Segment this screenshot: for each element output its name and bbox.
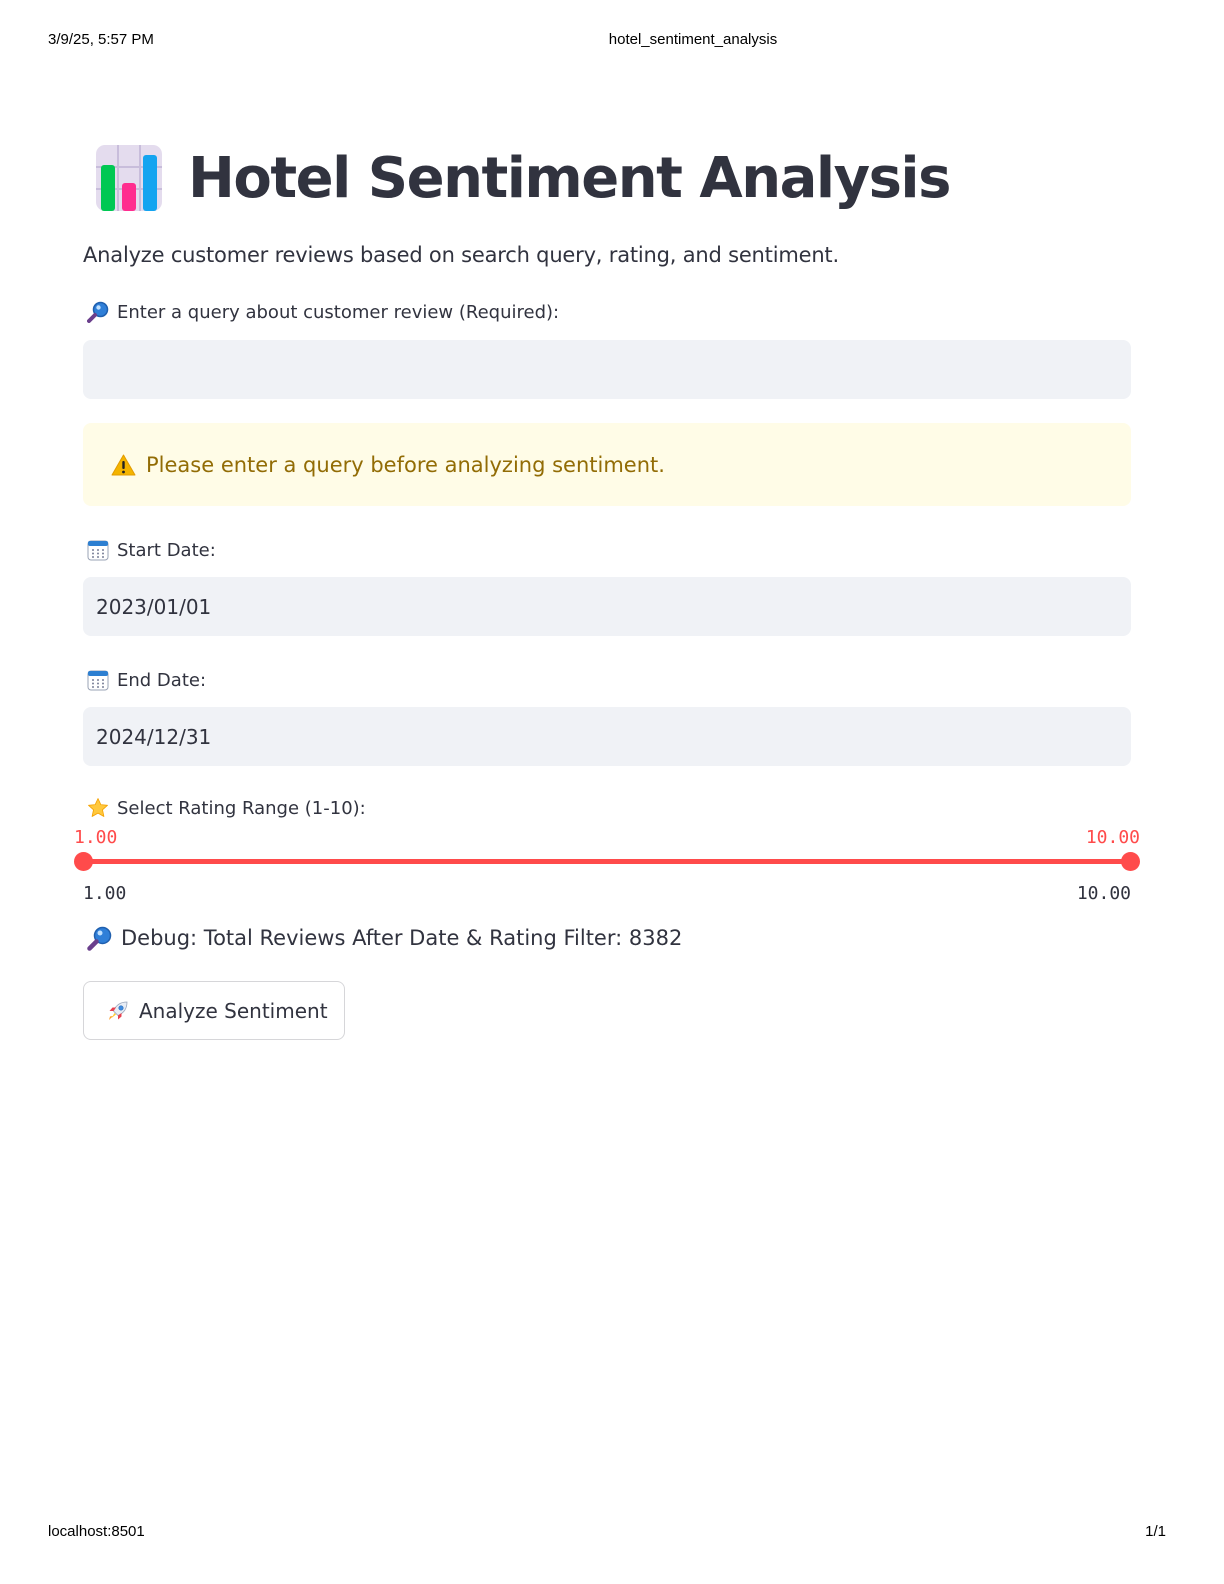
warning-alert: Please enter a query before analyzing se…: [83, 423, 1131, 506]
query-label: Enter a query about customer review (Req…: [83, 299, 1131, 325]
slider-track[interactable]: [83, 859, 1131, 864]
page-header: Hotel Sentiment Analysis: [83, 140, 1131, 216]
rating-range-slider: 1.00 10.00 1.00 10.00: [74, 821, 1140, 921]
warning-text: Please enter a query before analyzing se…: [146, 452, 665, 477]
print-document-title: hotel_sentiment_analysis: [608, 31, 778, 48]
rocket-icon: [109, 1001, 128, 1020]
warning-icon: [111, 454, 136, 475]
rating-range-label: Select Rating Range (1-10):: [83, 795, 1131, 821]
magnifying-glass-icon: [87, 926, 112, 951]
slider-max-handle[interactable]: [1121, 852, 1140, 871]
app-main: Hotel Sentiment Analysis Analyze custome…: [74, 140, 1140, 1040]
end-date-input[interactable]: 2024/12/31: [83, 707, 1131, 766]
slider-selected-min-value: 1.00: [74, 827, 118, 848]
start-date-input[interactable]: 2023/01/01: [83, 577, 1131, 636]
calendar-icon: [87, 670, 109, 691]
analyze-sentiment-label: Analyze Sentiment: [139, 998, 328, 1023]
end-date-value: 2024/12/31: [96, 724, 212, 749]
star-icon: [88, 798, 108, 817]
print-page-number: 1/1: [1145, 1523, 1166, 1540]
start-date-label: Start Date:: [83, 537, 1131, 563]
analyze-sentiment-button[interactable]: Analyze Sentiment: [83, 981, 345, 1040]
debug-message: Debug: Total Reviews After Date & Rating…: [83, 923, 1131, 953]
page-subtitle: Analyze customer reviews based on search…: [83, 243, 839, 267]
magnifying-glass-icon: [87, 301, 109, 323]
slider-range-max: 10.00: [1076, 883, 1131, 904]
page-title: Hotel Sentiment Analysis: [188, 145, 951, 211]
start-date-value: 2023/01/01: [96, 594, 212, 619]
calendar-icon: [87, 540, 109, 561]
print-url: localhost:8501: [48, 1523, 145, 1540]
slider-min-handle[interactable]: [74, 852, 93, 871]
slider-selected-max-value: 10.00: [1085, 827, 1140, 848]
end-date-label: End Date:: [83, 667, 1131, 693]
debug-text: Debug: Total Reviews After Date & Rating…: [121, 926, 683, 950]
query-label-text: Enter a query about customer review (Req…: [117, 301, 560, 323]
end-date-label-text: End Date:: [117, 669, 207, 691]
bar-chart-icon: [96, 145, 162, 211]
slider-range-min: 1.00: [83, 883, 127, 904]
query-input[interactable]: [83, 340, 1131, 399]
rating-range-label-text: Select Rating Range (1-10):: [117, 797, 366, 819]
start-date-label-text: Start Date:: [117, 539, 216, 561]
